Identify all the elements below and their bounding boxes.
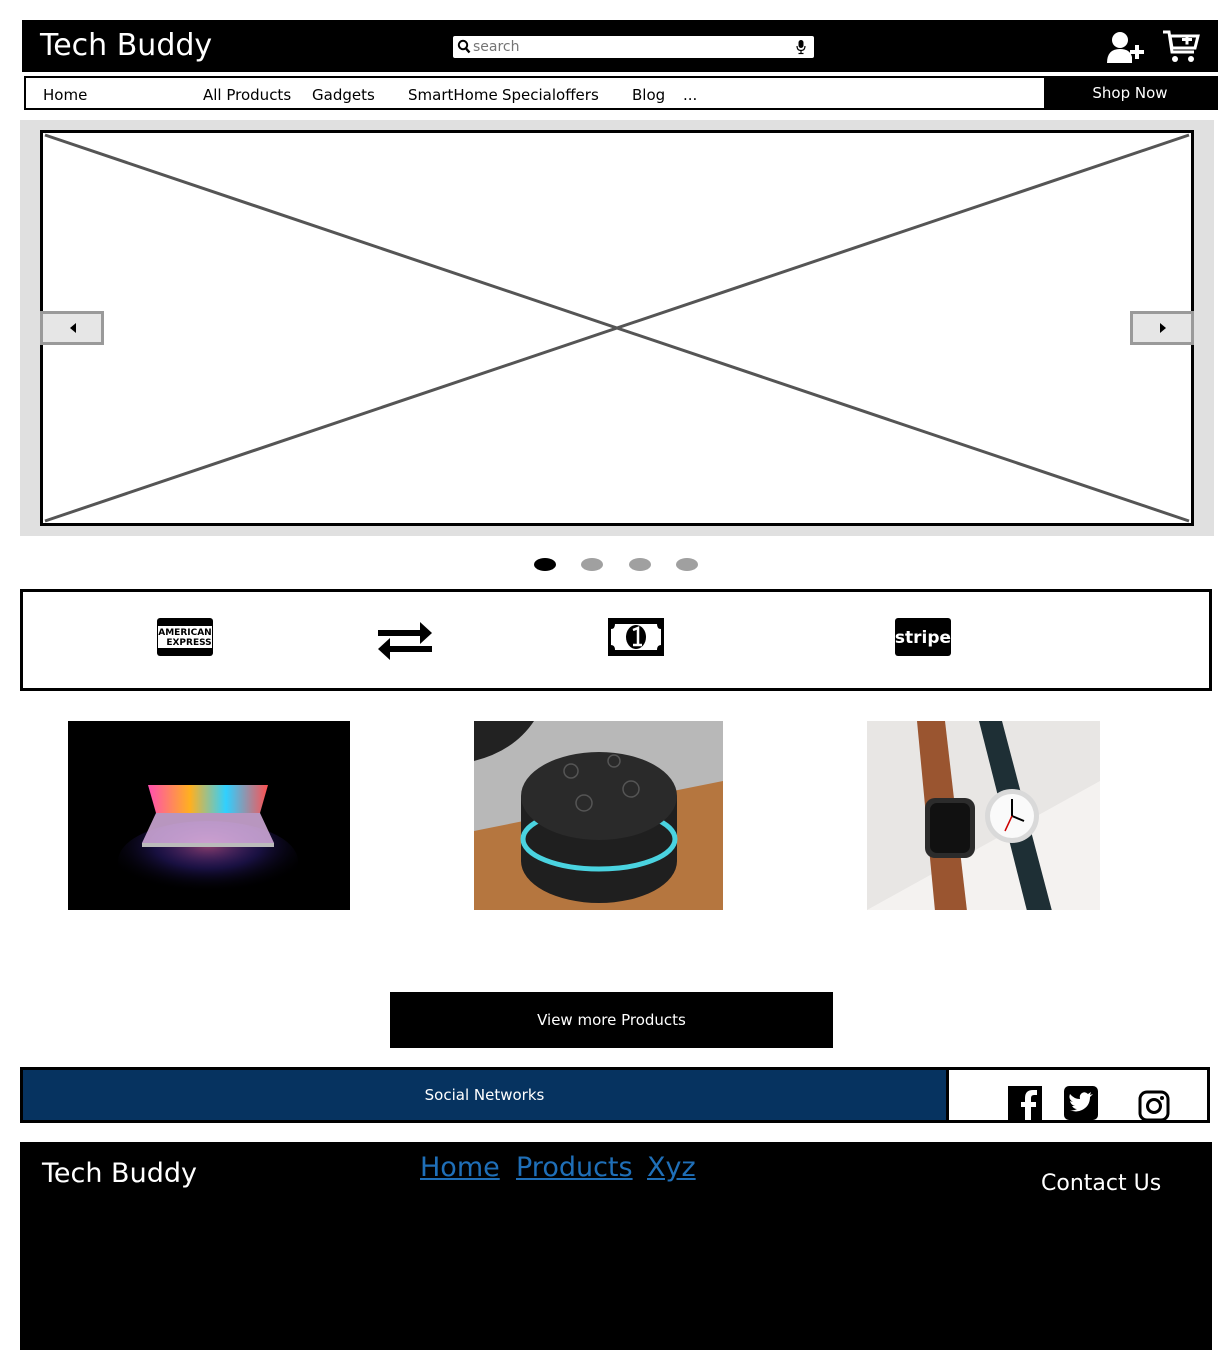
add-user-icon[interactable] [1106, 30, 1146, 64]
caret-left-icon [70, 323, 76, 333]
nav-item-gadgets[interactable]: Gadgets [312, 86, 375, 104]
cart-icon[interactable] [1162, 28, 1200, 64]
nav-item-smarthome[interactable]: SmartHome [408, 86, 498, 104]
smart-speaker-image[interactable] [474, 721, 723, 910]
carousel-dot[interactable] [676, 558, 698, 571]
transfer-icon [378, 622, 432, 660]
amex-icon: AMERICAN EXPRESS [157, 618, 213, 656]
main-nav: Home All Products Gadgets SmartHome Spec… [24, 76, 1218, 110]
twitter-icon[interactable] [1064, 1086, 1098, 1120]
payment-methods-bar: AMERICAN EXPRESS stripe [20, 589, 1212, 691]
carousel-dot-active[interactable] [534, 558, 556, 571]
nav-item-more[interactable]: ... [683, 86, 697, 104]
facebook-icon[interactable] [1008, 1086, 1042, 1120]
nav-item-blog[interactable]: Blog [632, 86, 665, 104]
footer-brand: Tech Buddy [42, 1158, 197, 1189]
brand-logo[interactable]: Tech Buddy [40, 28, 212, 63]
watches-image[interactable] [867, 721, 1100, 910]
carousel-dot[interactable] [629, 558, 651, 571]
mic-icon[interactable] [795, 39, 807, 55]
social-networks-bar: Social Networks [20, 1067, 1210, 1123]
view-more-products-button[interactable]: View more Products [390, 992, 833, 1048]
search-bar[interactable] [453, 36, 814, 58]
contact-us-link[interactable]: Contact Us [1041, 1171, 1161, 1196]
carousel-prev-button[interactable] [40, 311, 104, 345]
nav-item-home[interactable]: Home [43, 86, 87, 104]
hero-carousel [20, 120, 1214, 536]
nav-item-all-products[interactable]: All Products [203, 86, 291, 104]
nav-item-specialoffers[interactable]: Specialoffers [502, 86, 599, 104]
social-networks-label: Social Networks [23, 1070, 949, 1120]
laptop-image[interactable] [68, 721, 350, 910]
svg-text:AMERICAN: AMERICAN [158, 628, 211, 638]
footer-link-products[interactable]: Products [516, 1152, 633, 1183]
svg-text:EXPRESS: EXPRESS [166, 638, 211, 648]
carousel-next-button[interactable] [1130, 311, 1194, 345]
footer-link-home[interactable]: Home [420, 1152, 500, 1183]
top-header: Tech Buddy [22, 20, 1218, 72]
footer-link-xyz[interactable]: Xyz [647, 1152, 696, 1183]
site-footer: Tech Buddy Home Products Xyz Contact Us [20, 1142, 1212, 1350]
search-icon [457, 39, 471, 54]
caret-right-icon [1160, 323, 1166, 333]
stripe-icon: stripe [895, 618, 951, 656]
shop-now-button[interactable]: Shop Now [1044, 78, 1216, 108]
svg-text:stripe: stripe [895, 628, 951, 648]
hero-image-placeholder [40, 130, 1194, 526]
placeholder-cross-icon [44, 133, 1190, 523]
search-input[interactable] [473, 36, 783, 58]
cash-icon [608, 618, 664, 656]
carousel-dot[interactable] [581, 558, 603, 571]
instagram-icon[interactable] [1137, 1089, 1171, 1123]
